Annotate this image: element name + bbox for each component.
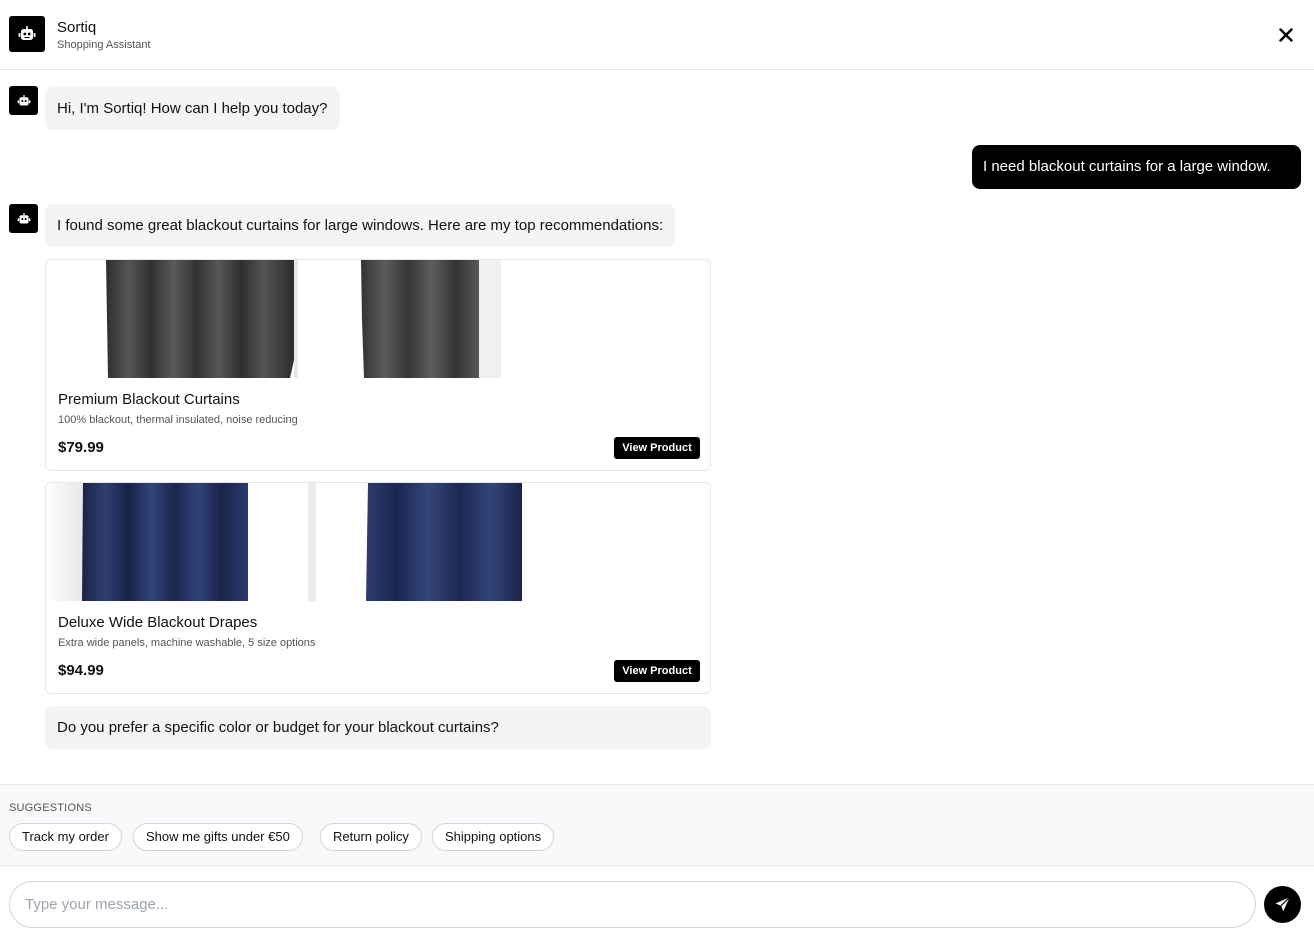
close-icon	[1279, 28, 1293, 42]
product-card: Deluxe Wide Blackout Drapes Extra wide p…	[45, 482, 711, 694]
bot-avatar	[9, 204, 38, 233]
suggestions-label: SUGGESTIONS	[9, 802, 92, 814]
view-product-button[interactable]: View Product	[614, 437, 700, 459]
suggestions-panel: SUGGESTIONS Track my order Show me gifts…	[0, 784, 1314, 866]
chat-header: Sortiq Shopping Assistant	[0, 0, 1314, 70]
suggestion-chip-shipping[interactable]: Shipping options	[432, 823, 555, 851]
suggestion-chip-return-policy[interactable]: Return policy	[320, 823, 422, 851]
message-input-box	[9, 881, 1256, 928]
paper-plane-icon	[1275, 897, 1290, 912]
send-button[interactable]	[1264, 886, 1301, 923]
close-button[interactable]	[1274, 23, 1298, 47]
product-description: Extra wide panels, machine washable, 5 s…	[58, 637, 316, 649]
product-description: 100% blackout, thermal insulated, noise …	[58, 414, 298, 426]
bot-avatar	[9, 86, 38, 115]
assistant-avatar	[9, 16, 45, 52]
bot-message: Hi, I'm Sortiq! How can I help you today…	[45, 87, 340, 130]
bot-message: I found some great blackout curtains for…	[45, 204, 676, 247]
robot-icon	[17, 212, 30, 223]
suggestion-chip-gifts[interactable]: Show me gifts under €50	[133, 823, 303, 851]
assistant-subtitle: Shopping Assistant	[57, 39, 151, 51]
user-message: I need blackout curtains for a large win…	[972, 145, 1301, 189]
product-image	[46, 483, 522, 601]
robot-icon	[18, 26, 36, 40]
bot-message: Do you prefer a specific color or budget…	[45, 706, 711, 749]
assistant-name: Sortiq	[57, 19, 97, 36]
product-name: Deluxe Wide Blackout Drapes	[58, 614, 258, 631]
product-name: Premium Blackout Curtains	[58, 391, 240, 408]
view-product-button[interactable]: View Product	[614, 660, 700, 682]
robot-icon	[17, 94, 30, 105]
message-input[interactable]	[25, 882, 1225, 927]
product-image	[106, 260, 501, 378]
product-card: Premium Blackout Curtains 100% blackout,…	[45, 259, 711, 471]
product-price: $94.99	[58, 662, 104, 679]
product-price: $79.99	[58, 439, 104, 456]
suggestion-chip-track-order[interactable]: Track my order	[9, 823, 122, 851]
